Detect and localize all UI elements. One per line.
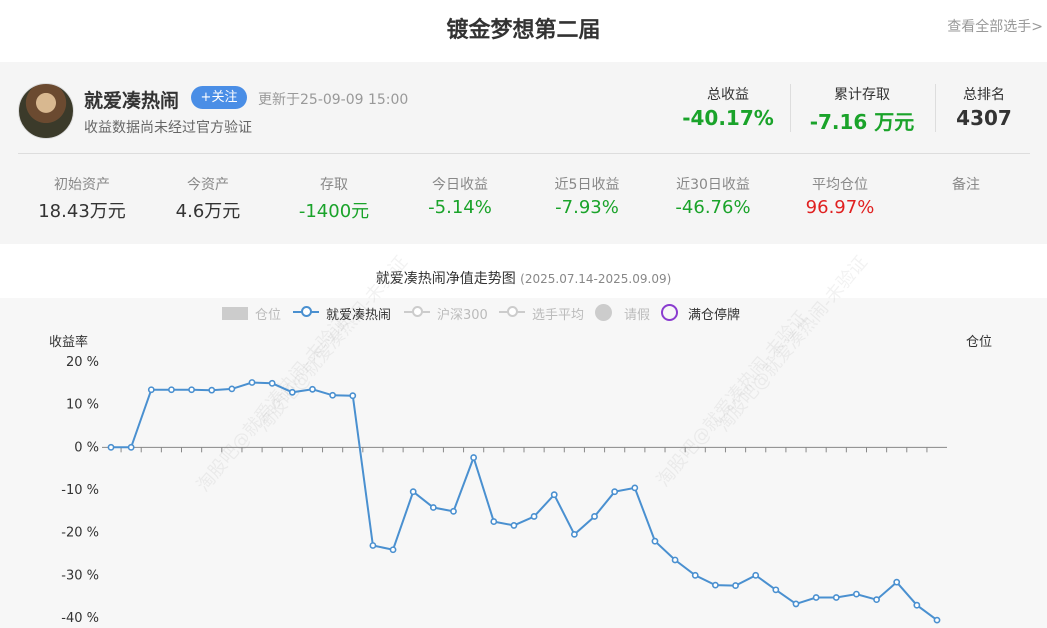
divider — [790, 84, 791, 132]
legend-label: 请假 — [624, 308, 651, 323]
legend-label: 满仓停牌 — [688, 308, 741, 323]
legend-bar-swatch — [222, 307, 248, 320]
chart-legend: 仓位 就爱凑热闹 沪深300 选手平均 请假 满仓停牌 — [0, 301, 1047, 323]
legend-label: 就爱凑热闹 — [326, 308, 392, 323]
legend-label: 选手平均 — [532, 308, 585, 323]
metric-label: 初始资产 — [54, 177, 110, 193]
metric-deposit-withdraw: 存取 -1400元 — [274, 174, 394, 223]
chart-heading: 就爱凑热闹净值走势图 (2025.07.14-2025.09.09) — [0, 268, 1047, 288]
metric-label: 今资产 — [187, 177, 229, 193]
summary-value: -40.17% — [682, 106, 774, 130]
summary-label: 累计存取 — [834, 87, 890, 103]
metric-value: 96.97% — [805, 197, 875, 218]
legend-marker-icon — [412, 306, 423, 317]
profile-card: 就爱凑热闹 +关注 更新于25-09-09 15:00 收益数据尚未经过官方验证… — [0, 62, 1047, 244]
legend-marker-icon — [301, 306, 312, 317]
chart-date-range: (2025.07.14-2025.09.09) — [520, 272, 672, 286]
metric-initial-assets: 初始资产 18.43万元 — [22, 174, 142, 223]
legend-label: 仓位 — [255, 308, 282, 323]
follow-button[interactable]: +关注 — [191, 86, 247, 109]
metric-5day-return: 近5日收益 -7.93% — [527, 174, 647, 218]
summary-value: -7.16 万元 — [809, 110, 915, 134]
page-title: 镀金梦想第二届 — [446, 18, 601, 43]
legend-label: 沪深300 — [437, 308, 488, 323]
legend-ring-icon — [661, 304, 678, 321]
metric-value: -5.14% — [428, 197, 492, 218]
update-time: 更新于25-09-09 15:00 — [258, 92, 409, 108]
divider — [935, 84, 936, 132]
metric-label: 备注 — [952, 177, 980, 193]
metric-label: 存取 — [320, 177, 348, 193]
y-axis-left-label: 收益率 — [49, 335, 89, 350]
legend-marker-icon — [507, 306, 518, 317]
summary-value: 4307 — [956, 106, 1012, 130]
metric-today-return: 今日收益 -5.14% — [400, 174, 520, 218]
metric-30day-return: 近30日收益 -46.76% — [653, 174, 773, 218]
summary-total-rank: 总排名 4307 — [944, 84, 1024, 130]
top-bar: 镀金梦想第二届 查看全部选手> — [0, 0, 1047, 60]
chart-area — [0, 298, 1047, 628]
y-axis-right-label: 仓位 — [966, 335, 993, 350]
username[interactable]: 就爱凑热闹 — [84, 86, 179, 113]
metric-value: -1400元 — [298, 201, 370, 222]
divider — [18, 153, 1030, 154]
page: 镀金梦想第二届 查看全部选手> 就爱凑热闹 +关注 更新于25-09-09 15… — [0, 0, 1047, 628]
metric-value: 4.6万元 — [175, 201, 241, 222]
metric-value: 18.43万元 — [38, 201, 126, 222]
metric-label: 近30日收益 — [676, 177, 750, 193]
summary-total-return: 总收益 -40.17% — [676, 84, 780, 130]
legend-csi300[interactable]: 沪深300 — [404, 304, 492, 323]
metric-label: 平均仓位 — [812, 177, 868, 193]
legend-player[interactable]: 就爱凑热闹 — [293, 304, 397, 323]
legend-leave[interactable]: 请假 — [595, 304, 653, 323]
metric-label: 近5日收益 — [554, 177, 620, 193]
verify-note: 收益数据尚未经过官方验证 — [84, 120, 252, 136]
metric-avg-position: 平均仓位 96.97% — [780, 174, 900, 218]
metric-label: 今日收益 — [432, 177, 488, 193]
metric-remarks: 备注 — [906, 174, 1026, 197]
metric-value: -7.93% — [555, 197, 619, 218]
summary-label: 总排名 — [963, 87, 1005, 103]
legend-player-average[interactable]: 选手平均 — [499, 304, 589, 323]
avatar[interactable] — [18, 83, 74, 139]
view-all-players-link[interactable]: 查看全部选手> — [947, 16, 1043, 36]
summary-label: 总收益 — [707, 87, 749, 103]
chart-title: 就爱凑热闹净值走势图 — [375, 271, 516, 287]
legend-position[interactable]: 仓位 — [222, 304, 284, 323]
legend-circle-icon — [595, 304, 612, 321]
metric-current-assets: 今资产 4.6万元 — [148, 174, 268, 223]
legend-full-suspended[interactable]: 满仓停牌 — [661, 304, 745, 323]
metric-value: -46.76% — [675, 197, 751, 218]
summary-cumulative-deposit: 累计存取 -7.16 万元 — [800, 84, 924, 135]
